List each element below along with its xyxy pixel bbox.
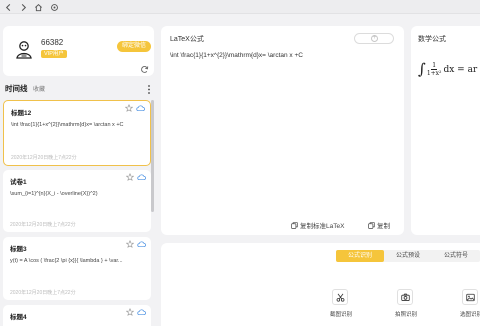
mode-tabs: 公式识别 公式预设 公式符号: [336, 250, 480, 262]
card-formula: \int \frac{1}{1+x^{2}}\mathrm{d}x= \arct…: [11, 122, 124, 128]
timeline-card[interactable]: 试卷1 \sum_{i=1}^{n}(X_i - \overline{X})^2…: [3, 170, 151, 232]
screenshot-recognition-button[interactable]: 截图识别: [321, 287, 361, 321]
copy-icon: [368, 221, 375, 229]
formula-tail: dx = ar: [443, 64, 478, 75]
star-icon[interactable]: [126, 240, 134, 248]
card-formula: \sum_{i=1}^{n}(X_i - \overline{X})^2): [10, 191, 98, 197]
timeline-card[interactable]: 标题3 y(t) = A \cos ( \frac{2 \pi {x}}{ \l…: [3, 237, 151, 300]
cloud-icon[interactable]: [137, 173, 146, 181]
timeline-card[interactable]: 标题4: [3, 305, 151, 326]
gear-icon[interactable]: [49, 2, 59, 12]
add-button[interactable]: +: [354, 33, 394, 44]
card-title: 标题4: [10, 314, 27, 321]
rendered-formula: ∫ 1 1+x² dx = ar: [418, 60, 478, 78]
cloud-icon[interactable]: [137, 308, 146, 316]
title-bar: [0, 0, 480, 14]
fraction-denominator: 1+x²: [426, 70, 442, 77]
preview-title: 数学公式: [418, 36, 446, 43]
tool-label: 拍照识别: [394, 312, 417, 318]
card-title: 标题3: [10, 246, 27, 253]
tool-label: 选图识别: [459, 312, 480, 318]
tab-formula-symbols[interactable]: 公式符号: [432, 250, 480, 262]
timeline-title: 时间线: [5, 84, 28, 93]
home-icon[interactable]: [33, 2, 43, 12]
card-timestamp: 2020年12月20日晚上7点22分: [10, 290, 76, 296]
cloud-icon[interactable]: [137, 240, 146, 248]
photo-recognition-button[interactable]: 拍照识别: [386, 287, 426, 321]
camera-icon: [397, 289, 413, 305]
cloud-icon[interactable]: [136, 104, 145, 112]
image-icon: [462, 289, 478, 305]
card-timestamp: 2020年12月20日晚上7点22分: [11, 155, 77, 161]
user-id: 66382: [41, 38, 64, 47]
card-timestamp: 2020年12月20日晚上7点22分: [10, 222, 76, 228]
favorites-link[interactable]: 收藏: [33, 84, 45, 93]
refresh-icon[interactable]: [140, 61, 149, 73]
profile-card: 66382 VIP用户 绑定微信: [3, 26, 154, 76]
latex-editor-panel: LaTeX公式 + \int \frac{1}{1+x^{2}}\mathrm{…: [161, 26, 404, 235]
scissors-icon: [332, 289, 348, 305]
vip-badge: VIP用户: [41, 50, 67, 58]
copy-button[interactable]: 复制: [368, 220, 390, 230]
card-formula: y(t) = A \cos ( \frac{2 \pi {x}}{ \lambd…: [10, 258, 123, 264]
tab-formula-presets[interactable]: 公式预设: [384, 250, 432, 262]
bind-wechat-button[interactable]: 绑定微信: [117, 41, 152, 52]
math-preview-panel: 数学公式 ∫ 1 1+x² dx = ar: [411, 26, 480, 235]
copy-standard-latex-button[interactable]: 复制标准LaTeX: [291, 220, 344, 230]
plus-icon: +: [371, 35, 378, 42]
timeline-card[interactable]: 标题12 \int \frac{1}{1+x^{2}}\mathrm{d}x= …: [3, 100, 151, 166]
editor-title: LaTeX公式: [170, 36, 204, 43]
copy-icon: [291, 221, 298, 229]
integral-sign: ∫: [418, 60, 426, 78]
chevron-right-icon[interactable]: [18, 2, 28, 12]
recognition-panel: 公式识别 公式预设 公式符号 截图识别 拍照识别 选图识别: [161, 243, 480, 326]
chevron-left-icon[interactable]: [3, 2, 13, 12]
more-vertical-icon[interactable]: [147, 82, 151, 94]
card-title: 试卷1: [10, 179, 27, 186]
fraction-numerator: 1: [431, 62, 438, 70]
copy-standard-label: 复制标准LaTeX: [300, 223, 345, 230]
star-icon[interactable]: [125, 104, 133, 112]
tool-label: 截图识别: [329, 312, 352, 318]
copy-label: 复制: [377, 223, 390, 230]
card-title: 标题12: [11, 110, 32, 117]
star-icon[interactable]: [126, 173, 134, 181]
tab-formula-recognition[interactable]: 公式识别: [336, 250, 384, 262]
image-recognition-button[interactable]: 选图识别: [451, 287, 480, 321]
star-icon[interactable]: [126, 308, 134, 316]
fraction: 1 1+x²: [427, 62, 442, 77]
latex-input[interactable]: \int \frac{1}{1+x^{2}}\mathrm{d}x= \arct…: [170, 52, 396, 59]
timeline-scrollbar[interactable]: [151, 100, 154, 212]
avatar[interactable]: [13, 38, 35, 60]
timeline-header: 时间线 收藏: [3, 82, 154, 94]
